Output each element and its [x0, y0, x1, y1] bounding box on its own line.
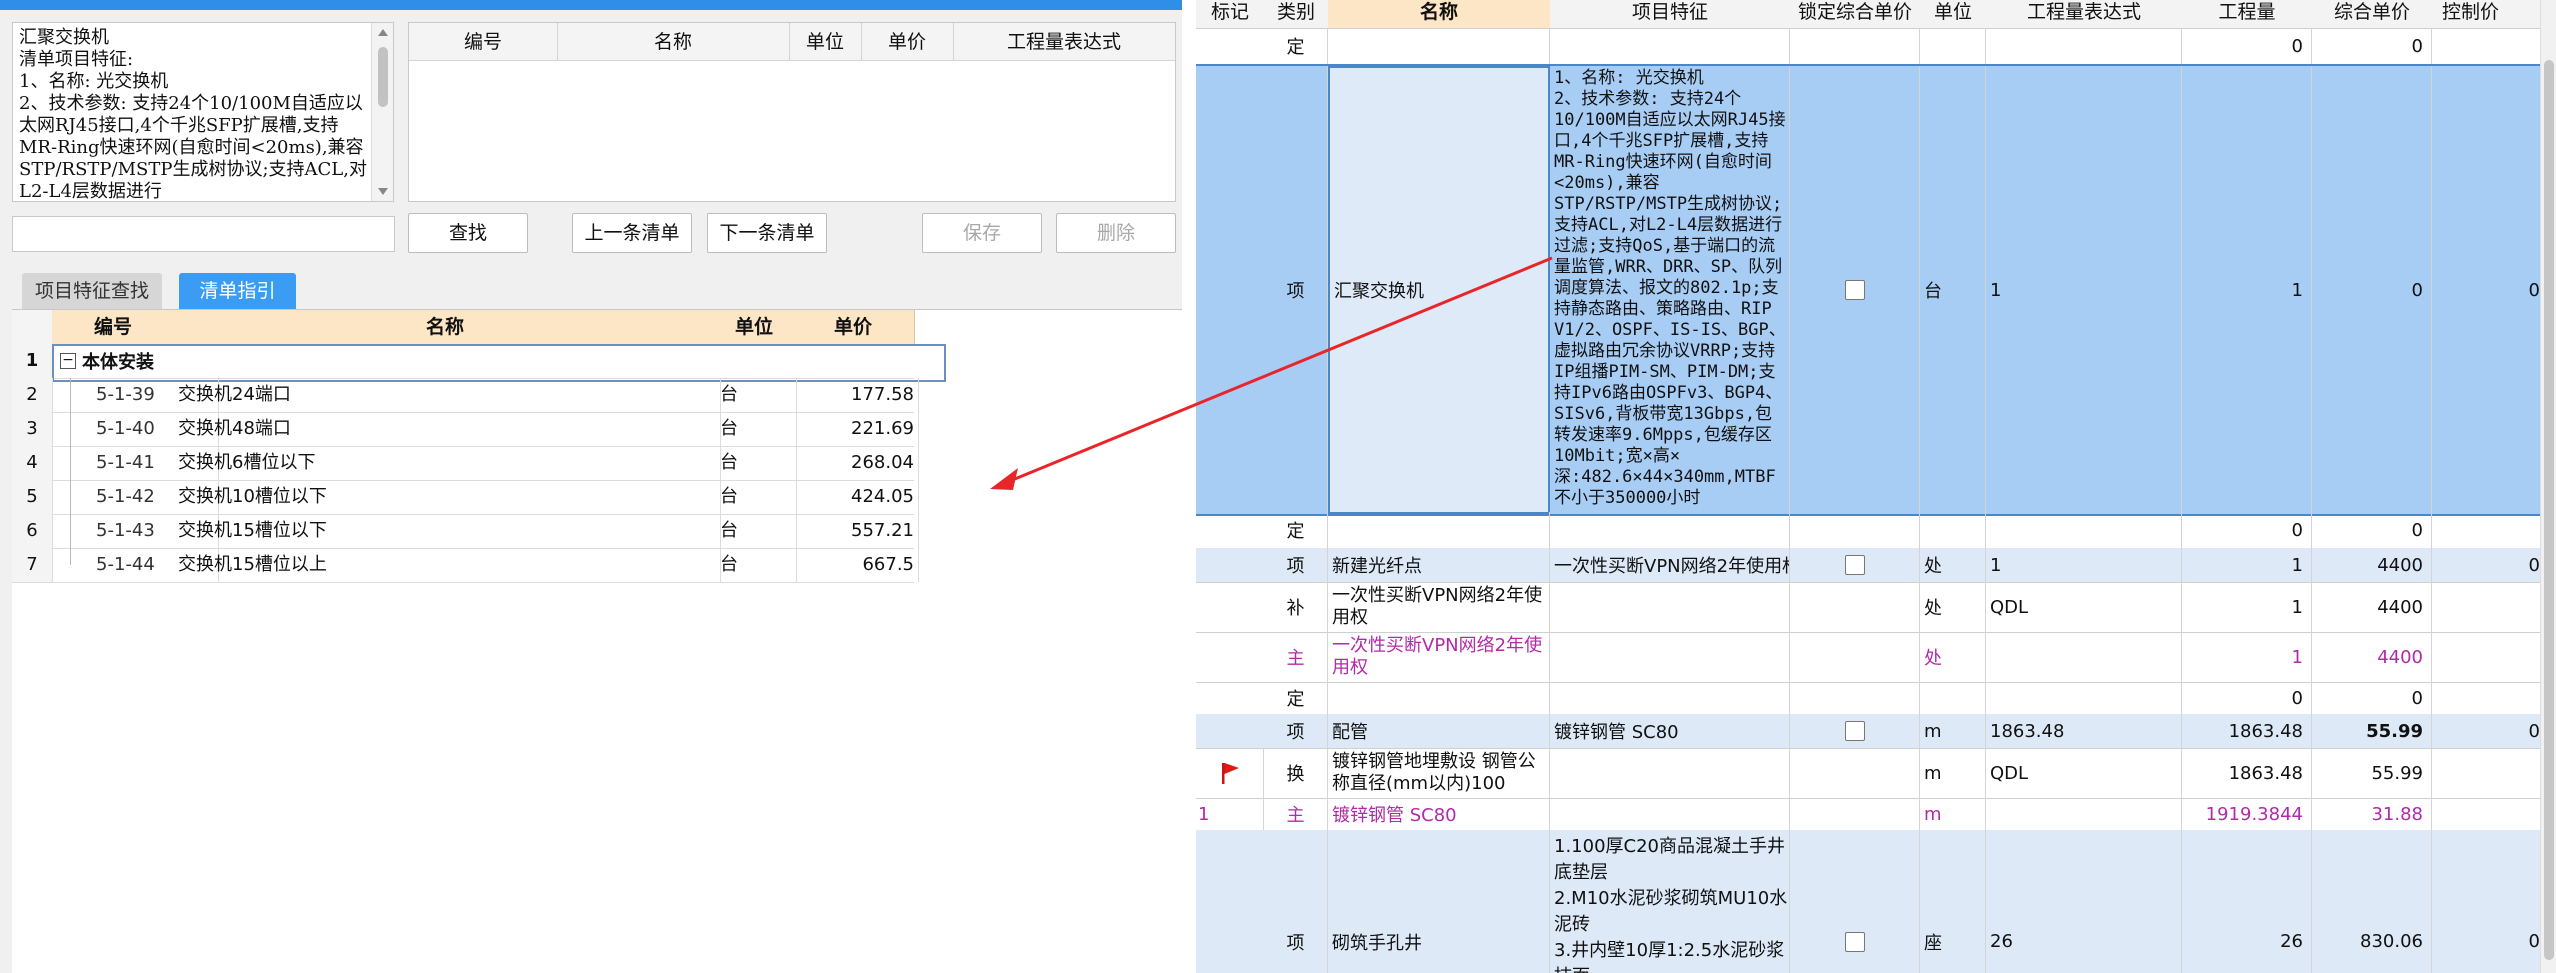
annotation-arrow	[990, 256, 1553, 490]
arrow-line	[1004, 256, 1553, 485]
arrow-head-icon	[990, 468, 1018, 490]
